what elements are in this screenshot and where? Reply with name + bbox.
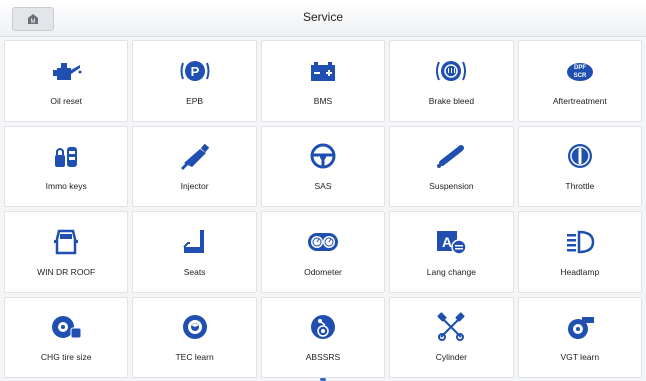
tile-label: Aftertreatment <box>552 95 607 106</box>
dpf-scr-icon: DPF SCR <box>566 62 593 81</box>
steering-wheel-icon <box>310 143 336 169</box>
tile-sas[interactable]: SAS <box>260 125 386 207</box>
tile-label: Lang change <box>426 266 476 277</box>
tile-epb[interactable]: P EPB <box>132 40 257 122</box>
tile-immo-keys[interactable]: Immo keys <box>4 125 129 207</box>
immo-key-icon <box>55 147 78 168</box>
tile-tec-learn[interactable]: TEC learn <box>132 296 257 378</box>
oil-can-icon <box>53 62 82 80</box>
language-icon: A <box>437 230 468 255</box>
tile-label: Cylinder <box>435 352 467 363</box>
throttle-icon <box>567 144 592 169</box>
car-door-icon <box>54 229 79 254</box>
service-grid: Oil reset P EPB BMS Brake bleed DPF SCR … <box>4 40 642 378</box>
headlamp-icon <box>566 230 595 254</box>
tile-label: BMS <box>313 95 333 106</box>
tile-win-dr-roof[interactable]: WIN DR ROOF <box>4 211 129 293</box>
tile-oil-reset[interactable]: Oil reset <box>4 40 129 122</box>
tire-icon <box>52 316 82 339</box>
brake-bleed-icon <box>436 60 467 81</box>
tile-label: Immo keys <box>45 181 87 192</box>
tile-label: Injector <box>180 181 209 192</box>
odometer-icon <box>307 232 338 251</box>
tile-abssrs[interactable]: ABSSRS <box>260 296 386 378</box>
tile-cylinder[interactable]: Cylinder <box>389 296 514 378</box>
parking-brake-icon: P <box>180 60 210 81</box>
tile-label: EPB <box>186 95 204 106</box>
svg-text:A: A <box>442 234 452 250</box>
tile-label: Seats <box>183 266 206 277</box>
tile-label: Oil reset <box>50 95 83 106</box>
abs-srs-icon <box>310 315 335 340</box>
battery-icon <box>310 61 335 81</box>
cylinder-icon <box>437 312 465 342</box>
tile-label: Suspension <box>429 181 474 192</box>
tile-label: VGT learn <box>560 352 600 363</box>
gear-learn-icon <box>182 315 207 340</box>
tile-label: ABSSRS <box>305 352 341 363</box>
tile-label: WIN DR ROOF <box>37 266 96 277</box>
tile-vgt-learn[interactable]: VGT learn <box>517 296 642 378</box>
tile-label: CHG tire size <box>40 352 92 363</box>
turbo-icon <box>567 317 594 340</box>
tile-suspension[interactable]: Suspension <box>389 125 514 207</box>
svg-text:DPF: DPF <box>574 65 586 71</box>
tile-label: SAS <box>314 181 332 192</box>
page-title: Service <box>302 10 343 24</box>
tile-injector[interactable]: Injector <box>132 125 257 207</box>
tile-odometer[interactable]: Odometer <box>260 211 386 293</box>
injector-icon <box>180 144 209 171</box>
tile-brake-bleed[interactable]: Brake bleed <box>389 40 514 122</box>
top-bar: M Service <box>0 0 646 37</box>
tile-headlamp[interactable]: Headlamp <box>517 211 642 293</box>
tile-label: Odometer <box>304 266 342 277</box>
tile-throttle[interactable]: Throttle <box>517 125 642 207</box>
tile-label: Throttle <box>565 181 595 192</box>
tile-aftertreatment[interactable]: DPF SCR Aftertreatment <box>517 40 642 122</box>
tile-seats[interactable]: Seats <box>132 211 257 293</box>
tile-label: Brake bleed <box>428 95 475 106</box>
svg-text:P: P <box>190 64 199 79</box>
seat-icon <box>182 229 204 253</box>
suspension-icon <box>437 145 465 169</box>
svg-text:SCR: SCR <box>573 73 586 79</box>
tile-label: TEC learn <box>175 352 214 363</box>
tile-label: Headlamp <box>560 266 600 277</box>
tile-bms[interactable]: BMS <box>260 40 386 122</box>
tile-chg-tire-size[interactable]: CHG tire size <box>4 296 129 378</box>
tile-lang-change[interactable]: A Lang change <box>389 211 514 293</box>
